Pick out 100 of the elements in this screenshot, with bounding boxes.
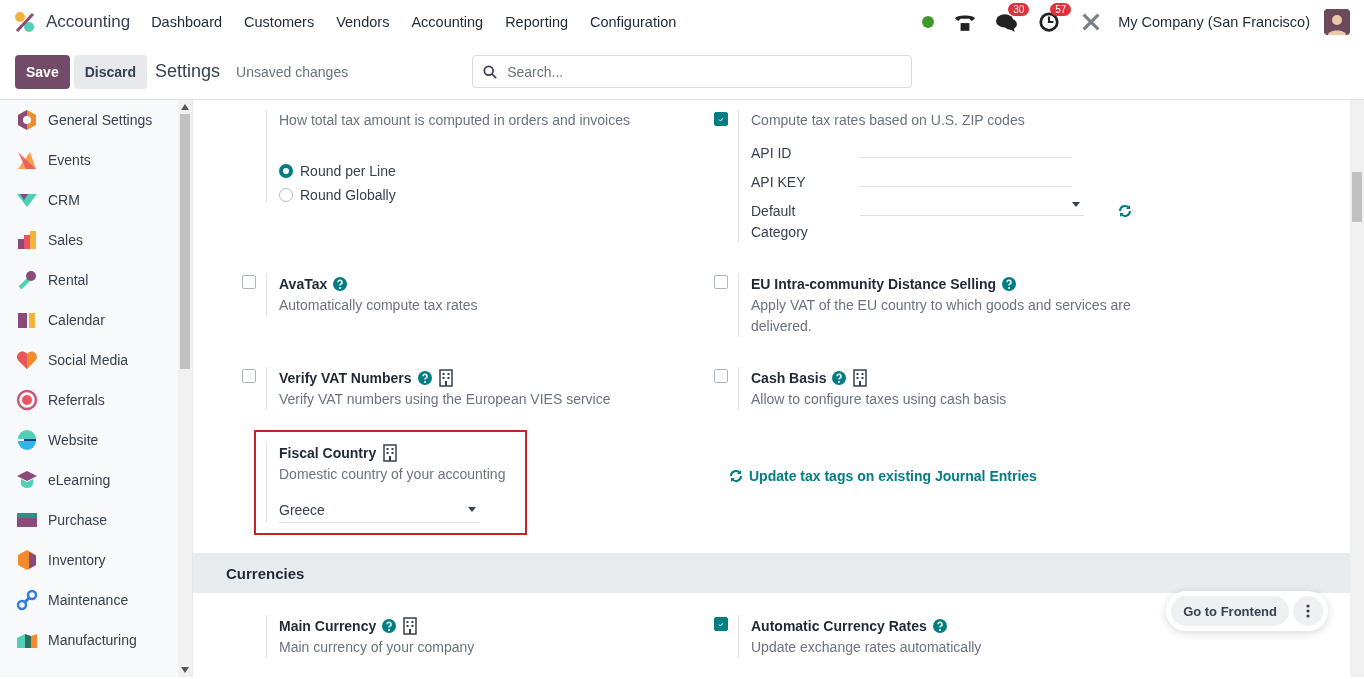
checkbox[interactable] bbox=[242, 275, 256, 289]
menu-item[interactable]: Vendors bbox=[325, 14, 401, 30]
setting-description: Domestic country of your accounting bbox=[279, 465, 507, 484]
sidebar-item[interactable]: Maintenance bbox=[0, 580, 178, 620]
refresh-icon bbox=[729, 469, 743, 483]
help-icon[interactable] bbox=[333, 277, 348, 291]
scroll-up-icon[interactable] bbox=[181, 104, 189, 110]
app-icon bbox=[16, 549, 38, 571]
scroll-down-icon[interactable] bbox=[181, 667, 189, 673]
setting-title: Automatic Currency Rates bbox=[751, 618, 927, 634]
setting-description: Allow to configure taxes using cash basis bbox=[751, 390, 1008, 409]
user-avatar[interactable] bbox=[1324, 9, 1350, 35]
help-icon[interactable] bbox=[382, 619, 397, 633]
checkmark-icon bbox=[717, 116, 725, 122]
app-name[interactable]: Accounting bbox=[46, 12, 131, 32]
sidebar-item-label: General Settings bbox=[48, 112, 153, 128]
unsaved-changes-label: Unsaved changes bbox=[236, 63, 349, 80]
company-switcher[interactable]: My Company (San Francisco) bbox=[1118, 14, 1310, 30]
sidebar-item-label: Calendar bbox=[48, 312, 105, 328]
discard-button[interactable]: Discard bbox=[73, 54, 148, 89]
menu-item[interactable]: Reporting bbox=[494, 14, 579, 30]
country-select[interactable]: Greece bbox=[279, 497, 480, 523]
setting-title: Cash Basis bbox=[751, 370, 827, 386]
menu-item[interactable]: Customers bbox=[233, 14, 326, 30]
sidebar-item[interactable]: Manufacturing bbox=[0, 620, 178, 660]
online-status-icon bbox=[922, 16, 935, 28]
refresh-icon[interactable] bbox=[1118, 204, 1132, 218]
section-title: Currencies bbox=[226, 564, 305, 582]
sidebar-item[interactable]: Events bbox=[0, 140, 178, 180]
update-tax-tags-link[interactable]: Update tax tags on existing Journal Entries bbox=[729, 466, 1037, 486]
setting-title: Main Currency bbox=[279, 618, 377, 634]
setting-description: Automatically compute tax rates bbox=[279, 296, 479, 315]
message-count-badge: 30 bbox=[1008, 3, 1030, 16]
sidebar-item[interactable]: Social Media bbox=[0, 340, 178, 380]
sidebar-item-label: CRM bbox=[48, 192, 80, 208]
sidebar-item-label: Purchase bbox=[48, 512, 108, 528]
setting-title: Verify VAT Numbers bbox=[279, 370, 412, 386]
select-value: Greece bbox=[279, 501, 325, 518]
sidebar-item[interactable]: CRM bbox=[0, 180, 178, 220]
search-field[interactable]: Search... bbox=[472, 55, 913, 88]
checkbox[interactable] bbox=[714, 617, 728, 631]
checkbox[interactable] bbox=[242, 369, 256, 383]
app-icon bbox=[16, 589, 38, 611]
setting-title: AvaTax bbox=[279, 276, 328, 292]
clock-icon[interactable] bbox=[1038, 11, 1061, 33]
app-icon bbox=[16, 429, 38, 451]
radio-button[interactable] bbox=[279, 164, 293, 178]
radio-button[interactable] bbox=[279, 188, 293, 202]
radio-label[interactable]: Round per Line bbox=[300, 163, 396, 179]
caret-icon bbox=[1072, 202, 1080, 207]
sidebar-item-label: Rental bbox=[48, 272, 89, 288]
sidebar-item[interactable]: Rental bbox=[0, 260, 178, 300]
help-icon[interactable] bbox=[832, 371, 847, 385]
checkbox[interactable] bbox=[714, 275, 728, 289]
chat-icon[interactable] bbox=[996, 11, 1019, 33]
page-title: Settings bbox=[155, 61, 221, 82]
menu-item[interactable]: Configuration bbox=[579, 14, 688, 30]
sidebar-item[interactable]: Website bbox=[0, 420, 178, 460]
sidebar-item-label: Manufacturing bbox=[48, 632, 137, 648]
app-icon bbox=[16, 269, 38, 291]
app-icon bbox=[16, 149, 38, 171]
sidebar-item[interactable]: eLearning bbox=[0, 460, 178, 500]
field-label: API ID bbox=[751, 144, 793, 163]
app-icon bbox=[16, 389, 38, 411]
save-button[interactable]: Save bbox=[15, 54, 70, 89]
caret-icon bbox=[468, 507, 476, 512]
app-icon bbox=[16, 349, 38, 371]
setting-description: Compute tax rates based on U.S. ZIP codes bbox=[751, 111, 1026, 130]
menu-item[interactable]: Dashboard bbox=[140, 14, 234, 30]
sidebar-scrollbar[interactable] bbox=[178, 100, 192, 677]
checkbox[interactable] bbox=[714, 369, 728, 383]
sidebar-item-label: Events bbox=[48, 152, 91, 168]
field-label: API KEY bbox=[751, 173, 807, 192]
setting-title: EU Intra-community Distance Selling bbox=[751, 276, 997, 292]
setting-description: Verify VAT numbers using the European VIES service bbox=[279, 390, 612, 409]
setting-description: Update exchange rates automatically bbox=[751, 638, 983, 657]
app-logo-icon[interactable] bbox=[14, 11, 36, 33]
content-scrollbar[interactable] bbox=[1350, 100, 1364, 677]
sidebar-item-label: Social Media bbox=[48, 352, 129, 368]
go-to-frontend-button[interactable]: Go to Frontend bbox=[1171, 596, 1289, 626]
sidebar-item-label: Referrals bbox=[48, 392, 105, 408]
setting-description: How total tax amount is computed in orders and invoices bbox=[279, 111, 631, 130]
field-label: Default Category bbox=[751, 202, 809, 242]
help-icon[interactable] bbox=[1002, 277, 1017, 291]
checkbox[interactable] bbox=[714, 112, 728, 126]
help-icon[interactable] bbox=[932, 619, 947, 633]
sidebar-item-label: Maintenance bbox=[48, 592, 129, 608]
help-icon[interactable] bbox=[417, 371, 432, 385]
sidebar-item-label: eLearning bbox=[48, 472, 111, 488]
setting-description: Apply VAT of the EU country to which goods and services are delivered. bbox=[751, 296, 1132, 336]
radio-label[interactable]: Round Globally bbox=[300, 187, 396, 203]
sidebar-item[interactable]: Purchase bbox=[0, 500, 178, 540]
sidebar-item[interactable]: Inventory bbox=[0, 540, 178, 580]
menu-item[interactable]: Accounting bbox=[400, 14, 495, 30]
sidebar-item[interactable]: Calendar bbox=[0, 300, 178, 340]
sidebar-item[interactable]: General Settings bbox=[0, 100, 178, 140]
sidebar-item[interactable]: Referrals bbox=[0, 380, 178, 420]
setting-description: Main currency of your company bbox=[279, 638, 476, 657]
sidebar-item[interactable]: Sales bbox=[0, 220, 178, 260]
sidebar-item-label: Website bbox=[48, 432, 99, 448]
